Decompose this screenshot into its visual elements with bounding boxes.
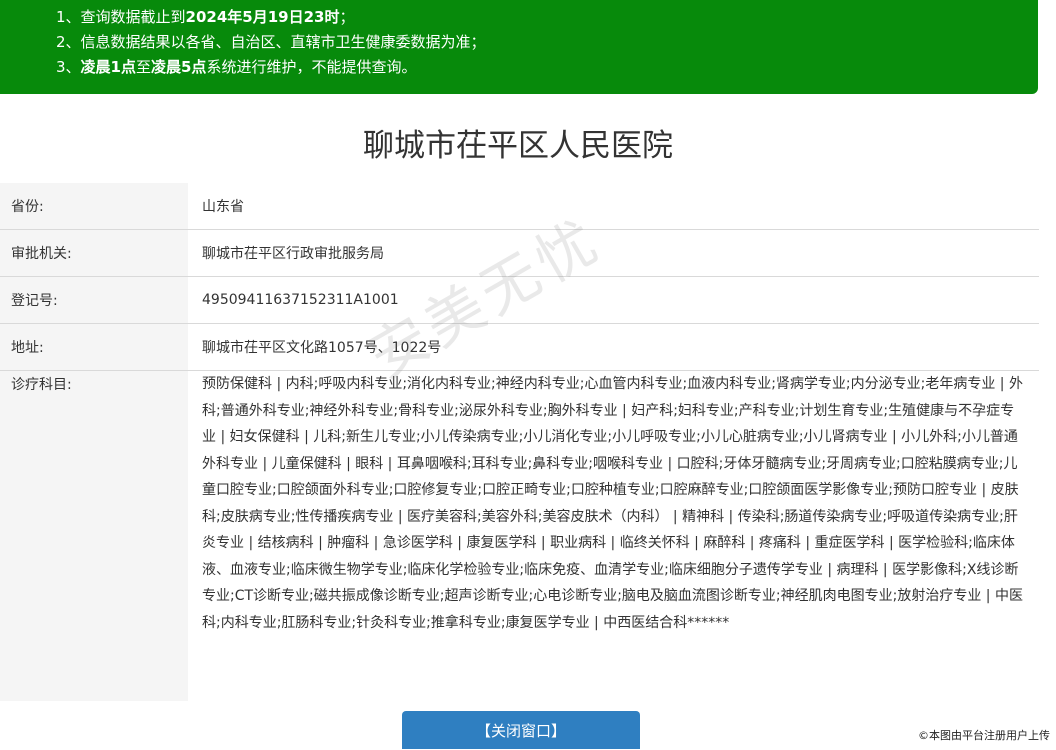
- notice-line-3-suffix: 系统进行维护，不能提供查询。: [206, 58, 417, 76]
- notice-banner: 1、查询数据截止到2024年5月19日23时； 2、信息数据结果以各省、自治区、…: [0, 0, 1038, 94]
- notice-line-3-prefix: 3、: [56, 58, 81, 76]
- row-address: 地址: 聊城市茌平区文化路1057号、1022号: [0, 324, 1039, 371]
- row-approval-authority: 审批机关: 聊城市茌平区行政审批服务局: [0, 230, 1039, 277]
- row-province: 省份: 山东省: [0, 183, 1039, 230]
- notice-line-1: 1、查询数据截止到2024年5月19日23时；: [56, 5, 1038, 30]
- notice-line-1-prefix: 1、查询数据截止到: [56, 8, 186, 26]
- notice-line-1-date: 2024年5月19日23时: [185, 8, 340, 26]
- copyright-notice: ©本图由平台注册用户上传: [918, 729, 1050, 742]
- notice-line-3: 3、凌晨1点至凌晨5点系统进行维护，不能提供查询。: [56, 55, 1038, 80]
- approval-authority-label: 审批机关:: [0, 230, 188, 276]
- notice-line-3-start: 凌晨1点: [80, 58, 136, 76]
- registration-number-label: 登记号:: [0, 277, 188, 323]
- notice-line-3-mid: 至: [135, 58, 151, 76]
- hospital-title: 聊城市茌平区人民医院: [363, 128, 673, 164]
- hospital-info-table: 省份: 山东省 审批机关: 聊城市茌平区行政审批服务局 登记号: 4950941…: [0, 183, 1039, 701]
- address-label: 地址:: [0, 324, 188, 370]
- province-value: 山东省: [202, 199, 244, 215]
- address-value: 聊城市茌平区文化路1057号、1022号: [202, 340, 442, 356]
- province-label: 省份:: [0, 183, 188, 229]
- row-departments: 诊疗科目: 预防保健科 | 内科;呼吸内科专业;消化内科专业;神经内科专业;心血…: [0, 371, 1039, 701]
- departments-label: 诊疗科目:: [0, 371, 188, 701]
- notice-line-3-end: 凌晨5点: [151, 58, 207, 76]
- departments-value: 预防保健科 | 内科;呼吸内科专业;消化内科专业;神经内科专业;心血管内科专业;…: [202, 376, 1023, 631]
- approval-authority-value: 聊城市茌平区行政审批服务局: [202, 246, 384, 262]
- row-registration-number: 登记号: 49509411637152311A1001: [0, 277, 1039, 324]
- notice-line-2: 2、信息数据结果以各省、自治区、直辖市卫生健康委数据为准；: [56, 33, 486, 51]
- notice-line-1-suffix: ；: [339, 8, 355, 26]
- close-window-button[interactable]: 【关闭窗口】: [402, 711, 640, 749]
- registration-number-value: 49509411637152311A1001: [202, 292, 399, 308]
